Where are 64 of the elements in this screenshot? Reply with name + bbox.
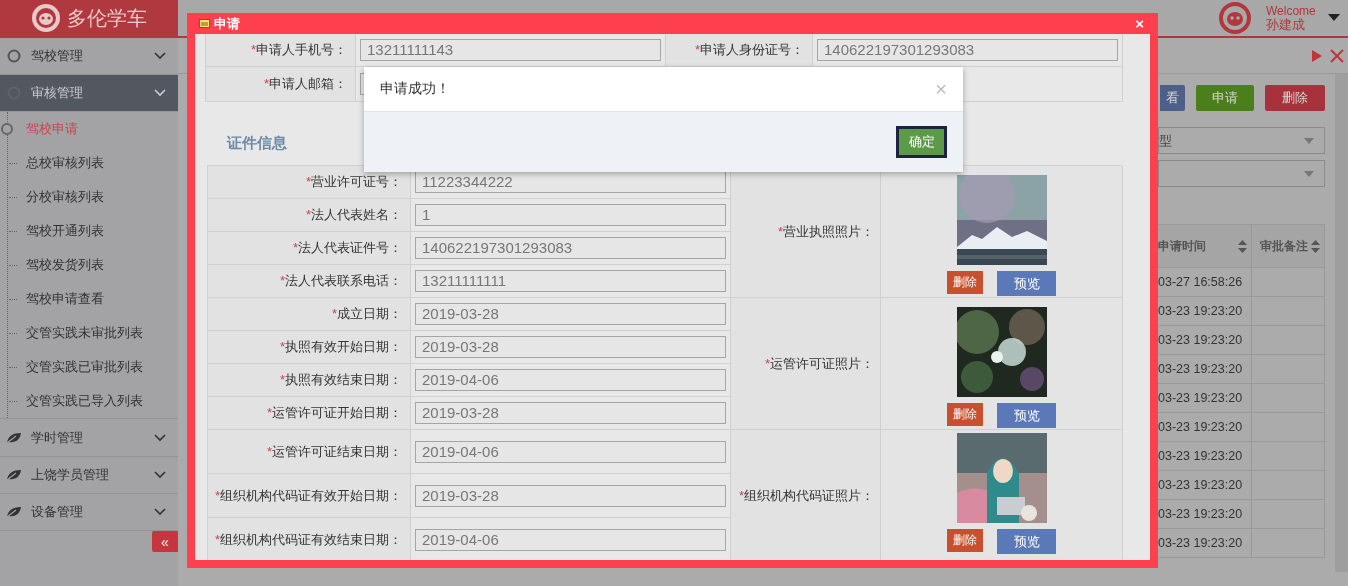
collapse-button[interactable]: «	[152, 531, 178, 552]
input-field[interactable]: 13211111111	[415, 270, 726, 292]
sidebar-item[interactable]: 总校审核列表	[0, 146, 178, 181]
field-label: *申请人身份证号：	[694, 41, 804, 59]
field-label: *运管许可证开始日期：	[266, 404, 402, 422]
preview-button[interactable]: 预览	[997, 529, 1056, 554]
sidebar-group[interactable]: 学时管理	[0, 419, 178, 457]
field-label: *法人代表证件号：	[292, 239, 402, 257]
logo-text: 多伦学车	[67, 5, 147, 31]
field-label: *申请人邮箱：	[263, 75, 347, 93]
input-field[interactable]: 2019-03-28	[415, 336, 726, 358]
sidebar-item[interactable]: 驾校发货列表	[0, 248, 178, 283]
input-field[interactable]: 1	[415, 204, 726, 226]
delete-button[interactable]: 删除	[947, 403, 983, 426]
field-label: *营业执照照片：	[777, 222, 874, 241]
input-field[interactable]: 140622197301293083	[817, 39, 1118, 61]
input-field[interactable]: 2019-03-28	[415, 484, 726, 507]
field-label: *运管许可证结束日期：	[266, 442, 402, 461]
sidebar-item[interactable]: 交管实践已导入列表	[0, 384, 178, 419]
delete-button[interactable]: 删除	[947, 529, 983, 552]
sidebar-item[interactable]: 交管实践未审批列表	[0, 316, 178, 351]
field-label: *执照有效结束日期：	[279, 371, 402, 389]
field-label: *组织机构代码证有效开始日期：	[214, 486, 402, 505]
field-label: *组织机构代码证有效结束日期：	[214, 530, 402, 549]
sidebar-group[interactable]: 审核管理	[0, 75, 178, 113]
sidebar-item[interactable]: 交管实践已审批列表	[0, 350, 178, 385]
table-header-cell[interactable]: 审批备注	[1252, 225, 1325, 268]
field-label: *执照有效开始日期：	[279, 338, 402, 356]
dialog-title: 申请	[214, 14, 240, 33]
toolbar-button[interactable]: 删除	[1265, 85, 1325, 111]
field-label: *法人代表联系电话：	[279, 272, 402, 290]
select-field[interactable]: 型	[1158, 127, 1325, 154]
input-field[interactable]: 2019-04-06	[415, 369, 726, 391]
input-field[interactable]: 2019-03-28	[415, 303, 726, 325]
field-label: *营业许可证号：	[305, 173, 402, 191]
input-field[interactable]: 140622197301293083	[415, 237, 726, 259]
input-field[interactable]: 2019-03-28	[415, 402, 726, 424]
user-name[interactable]: 孙建成	[1266, 18, 1328, 32]
field-label: *运管许可证照片：	[764, 354, 874, 373]
field-label: *成立日期：	[331, 305, 402, 323]
section-title: 证件信息	[227, 134, 287, 153]
field-label: *申请人手机号：	[250, 41, 347, 59]
sidebar-group[interactable]: 设备管理	[0, 493, 178, 531]
toolbar-button[interactable]: 申请	[1196, 85, 1254, 111]
alert-message: 申请成功！	[380, 80, 451, 98]
sidebar-item[interactable]: 分校审核列表	[0, 180, 178, 215]
input-field[interactable]: 11223344222	[415, 171, 726, 193]
close-button[interactable]: ×	[1129, 15, 1150, 32]
preview-button[interactable]: 预览	[997, 271, 1056, 296]
column-title: 审批备注	[1260, 237, 1308, 255]
field-label: *组织机构代码证照片：	[738, 486, 874, 505]
ok-button[interactable]: 确定	[896, 126, 947, 158]
input-field[interactable]: 2019-04-06	[415, 440, 726, 463]
sidebar-item[interactable]: 驾校开通列表	[0, 214, 178, 249]
column-title: 申请时间	[1158, 237, 1206, 255]
delete-button[interactable]: 删除	[947, 271, 983, 294]
sidebar-item[interactable]: 驾校申请查看	[0, 282, 178, 317]
field-label: *法人代表姓名：	[305, 206, 402, 224]
welcome-text: Welcome	[1266, 4, 1317, 18]
sidebar-group[interactable]: 上饶学员管理	[0, 456, 178, 494]
preview-button[interactable]: 预览	[997, 403, 1056, 428]
toolbar-button[interactable]: 看	[1160, 85, 1185, 111]
input-field[interactable]: 13211111143	[360, 39, 661, 61]
input-field[interactable]: 2019-04-06	[415, 528, 726, 551]
